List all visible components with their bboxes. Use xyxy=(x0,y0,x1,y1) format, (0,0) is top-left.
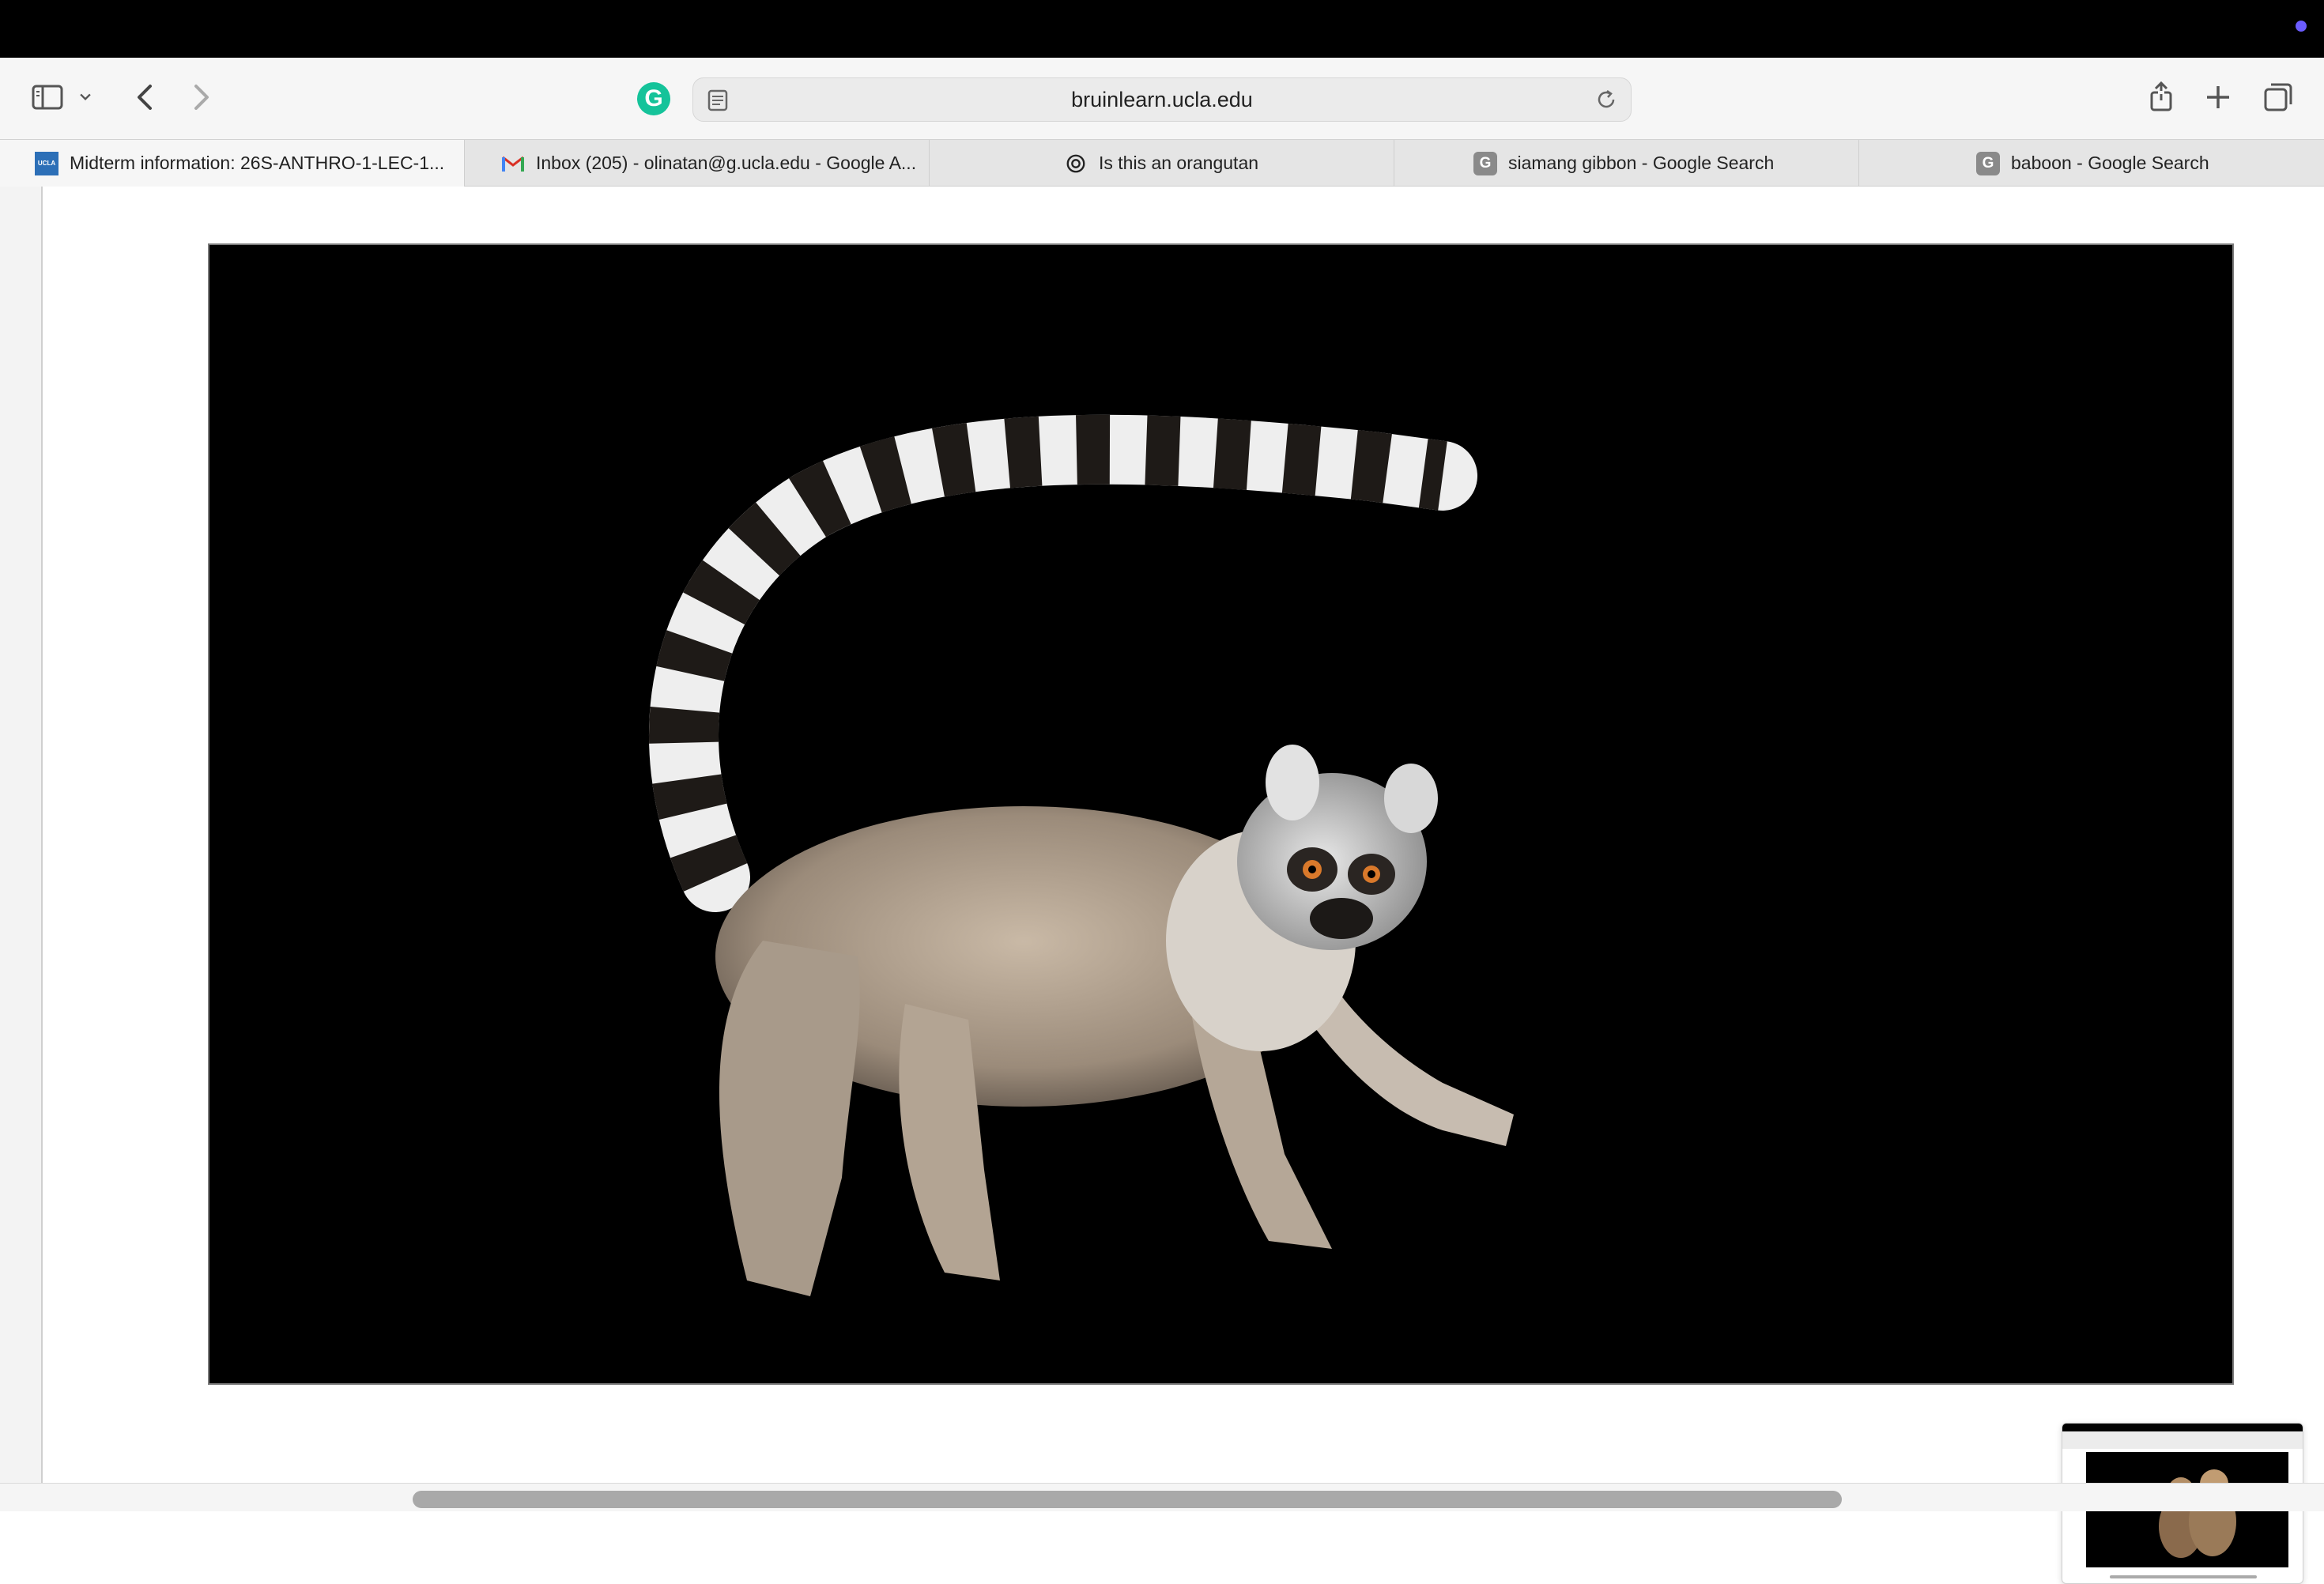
chatgpt-icon xyxy=(1064,152,1088,175)
left-gutter xyxy=(0,187,41,1483)
chevron-down-icon[interactable] xyxy=(70,74,101,121)
google-icon: G xyxy=(1976,151,2000,175)
page-content xyxy=(0,187,2324,1584)
tab-label: Inbox (205) - olinatan@g.ucla.edu - Goog… xyxy=(536,153,917,173)
new-tab-icon[interactable] xyxy=(2194,74,2242,121)
sidebar-icon[interactable] xyxy=(24,74,71,121)
tab-inbox[interactable]: Inbox (205) - olinatan@g.ucla.edu - Goog… xyxy=(465,140,930,187)
grammarly-icon[interactable]: G xyxy=(637,82,670,115)
tab-bar: UCLA Midterm information: 26S-ANTHRO-1-L… xyxy=(0,139,2324,187)
address-bar[interactable]: bruinlearn.ucla.edu xyxy=(692,77,1632,122)
horizontal-scrollbar[interactable] xyxy=(0,1483,2324,1511)
tab-siamang[interactable]: G siamang gibbon - Google Search xyxy=(1394,140,1859,187)
tab-orangutan[interactable]: Is this an orangutan xyxy=(930,140,1394,187)
tab-midterm[interactable]: UCLA Midterm information: 26S-ANTHRO-1-L… xyxy=(0,140,465,187)
reload-icon[interactable] xyxy=(1593,86,1620,113)
tab-label: siamang gibbon - Google Search xyxy=(1508,153,1775,173)
ucla-icon: UCLA xyxy=(35,151,58,175)
tab-overview-icon[interactable] xyxy=(2254,74,2302,121)
tab-label: baboon - Google Search xyxy=(2011,153,2209,173)
tab-baboon[interactable]: G baboon - Google Search xyxy=(1859,140,2324,187)
status-dot xyxy=(2296,21,2307,32)
tab-label: Midterm information: 26S-ANTHRO-1-LEC-1.… xyxy=(70,153,445,173)
divider xyxy=(41,187,43,1483)
forward-icon[interactable] xyxy=(177,74,224,121)
menu-bar xyxy=(0,0,2324,58)
lemur-image xyxy=(208,243,2234,1385)
tab-label: Is this an orangutan xyxy=(1099,153,1259,173)
gmail-icon xyxy=(501,152,525,175)
scrollbar-thumb[interactable] xyxy=(413,1491,1842,1508)
url-text[interactable]: bruinlearn.ucla.edu xyxy=(693,88,1631,112)
lemur-illustration xyxy=(649,414,1514,1296)
share-icon[interactable] xyxy=(2137,74,2185,121)
back-icon[interactable] xyxy=(122,74,169,121)
google-icon: G xyxy=(1473,151,1497,175)
